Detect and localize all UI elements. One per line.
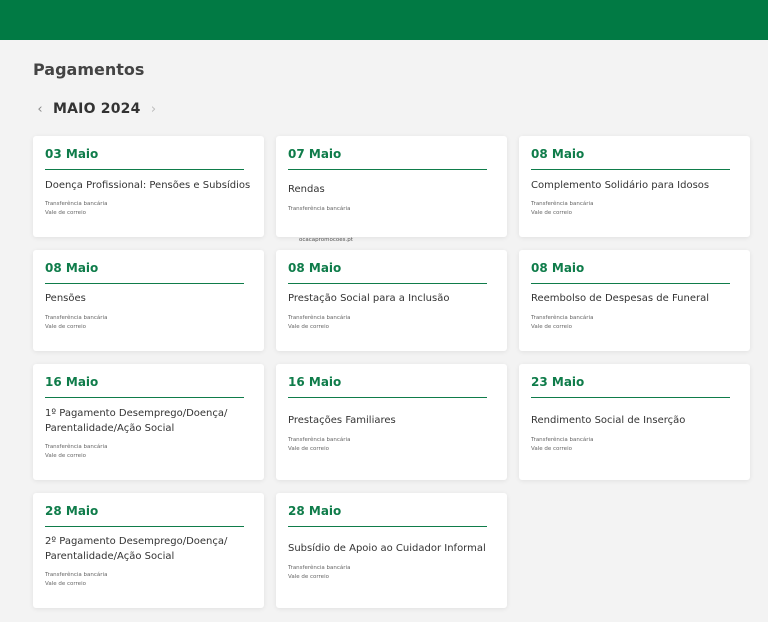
payment-title: Doença Profissional: Pensões e Subsídios — [45, 180, 251, 191]
payment-date: 08 Maio — [45, 261, 99, 275]
payment-date: 07 Maio — [288, 147, 342, 161]
payment-methods: Transferência bancária Vale de correio — [45, 314, 107, 332]
payment-date: 08 Maio — [531, 261, 585, 275]
payment-date: 16 Maio — [45, 375, 99, 389]
method-transfer: Transferência bancária — [531, 315, 594, 321]
method-postal: Vale de correio — [288, 324, 329, 330]
payment-title: Prestações Familiares — [288, 415, 396, 426]
divider — [288, 526, 487, 527]
payment-methods: Transferência bancária Vale de correio — [288, 314, 350, 332]
divider — [45, 169, 244, 170]
method-transfer: Transferência bancária — [288, 565, 351, 571]
divider — [531, 397, 730, 398]
payment-card[interactable]: 08 Maio Complemento Solidário para Idoso… — [519, 136, 750, 237]
chevron-left-icon[interactable]: ‹ — [33, 102, 47, 117]
method-transfer: Transferência bancária — [288, 206, 351, 212]
payment-date: 28 Maio — [45, 504, 99, 518]
payment-title: Complemento Solidário para Idosos — [531, 180, 710, 191]
top-header-bar — [0, 0, 768, 40]
payment-date: 08 Maio — [531, 147, 585, 161]
divider — [45, 283, 244, 284]
method-transfer: Transferência bancária — [288, 437, 351, 443]
method-transfer: Transferência bancária — [531, 201, 594, 207]
method-postal: Vale de correio — [45, 324, 86, 330]
payment-methods: Transferência bancária — [288, 205, 350, 214]
payment-card[interactable]: 08 Maio Prestação Social para a Inclusão… — [276, 250, 507, 351]
divider — [531, 283, 730, 284]
method-postal: Vale de correio — [531, 324, 572, 330]
divider — [288, 397, 487, 398]
divider — [288, 283, 487, 284]
payment-card[interactable]: 23 Maio Rendimento Social de Inserção Tr… — [519, 364, 750, 480]
payment-methods: Transferência bancária Vale de correio — [45, 571, 107, 589]
payment-date: 08 Maio — [288, 261, 342, 275]
payment-card[interactable]: 08 Maio Pensões Transferência bancária V… — [33, 250, 264, 351]
method-postal: Vale de correio — [45, 581, 86, 587]
payment-title: Pensões — [45, 293, 86, 304]
payment-date: 03 Maio — [45, 147, 99, 161]
method-transfer: Transferência bancária — [45, 444, 108, 450]
method-transfer: Transferência bancária — [288, 315, 351, 321]
chevron-right-icon[interactable]: › — [147, 102, 161, 117]
payment-methods: Transferência bancária Vale de correio — [531, 436, 593, 454]
payment-title: 2º Pagamento Desemprego/Doença/ Parental… — [45, 536, 228, 562]
method-postal: Vale de correio — [531, 446, 572, 452]
payment-card[interactable]: 16 Maio Prestações Familiares Transferên… — [276, 364, 507, 480]
payment-title: Reembolso de Despesas de Funeral — [531, 293, 709, 304]
page-title: Pagamentos — [33, 60, 145, 79]
payment-methods: Transferência bancária Vale de correio — [288, 564, 350, 582]
payment-title: Rendas — [288, 184, 325, 195]
payment-card[interactable]: 03 Maio Doença Profissional: Pensões e S… — [33, 136, 264, 237]
payment-methods: Transferência bancária Vale de correio — [45, 443, 107, 461]
payment-card[interactable]: 16 Maio 1º Pagamento Desemprego/Doença/ … — [33, 364, 264, 480]
payment-card[interactable]: 07 Maio Rendas Transferência bancária — [276, 136, 507, 237]
method-postal: Vale de correio — [288, 574, 329, 580]
method-postal: Vale de correio — [45, 453, 86, 459]
method-postal: Vale de correio — [288, 446, 329, 452]
method-postal: Vale de correio — [531, 210, 572, 216]
payment-card[interactable]: 28 Maio Subsídio de Apoio ao Cuidador In… — [276, 493, 507, 608]
method-transfer: Transferência bancária — [45, 201, 108, 207]
payment-title: Subsídio de Apoio ao Cuidador Informal — [288, 543, 486, 554]
method-postal: Vale de correio — [45, 210, 86, 216]
method-transfer: Transferência bancária — [531, 437, 594, 443]
divider — [288, 169, 487, 170]
payment-methods: Transferência bancária Vale de correio — [531, 200, 593, 218]
payment-date: 28 Maio — [288, 504, 342, 518]
method-transfer: Transferência bancária — [45, 315, 108, 321]
payment-methods: Transferência bancária Vale de correio — [45, 200, 107, 218]
payment-card[interactable]: 08 Maio Reembolso de Despesas de Funeral… — [519, 250, 750, 351]
watermark: ocacapromocoes.pt — [299, 237, 353, 243]
payment-title: Prestação Social para a Inclusão — [288, 293, 450, 304]
month-navigator: ‹ MAIO 2024 › — [33, 100, 161, 118]
payment-title: 1º Pagamento Desemprego/Doença/ Parental… — [45, 408, 228, 434]
month-label: MAIO 2024 — [53, 101, 141, 117]
divider — [45, 526, 244, 527]
payment-methods: Transferência bancária Vale de correio — [288, 436, 350, 454]
payment-card[interactable]: 28 Maio 2º Pagamento Desemprego/Doença/ … — [33, 493, 264, 608]
payment-methods: Transferência bancária Vale de correio — [531, 314, 593, 332]
payment-title: Rendimento Social de Inserção — [531, 415, 686, 426]
divider — [45, 397, 244, 398]
method-transfer: Transferência bancária — [45, 572, 108, 578]
payment-date: 16 Maio — [288, 375, 342, 389]
divider — [531, 169, 730, 170]
payment-date: 23 Maio — [531, 375, 585, 389]
